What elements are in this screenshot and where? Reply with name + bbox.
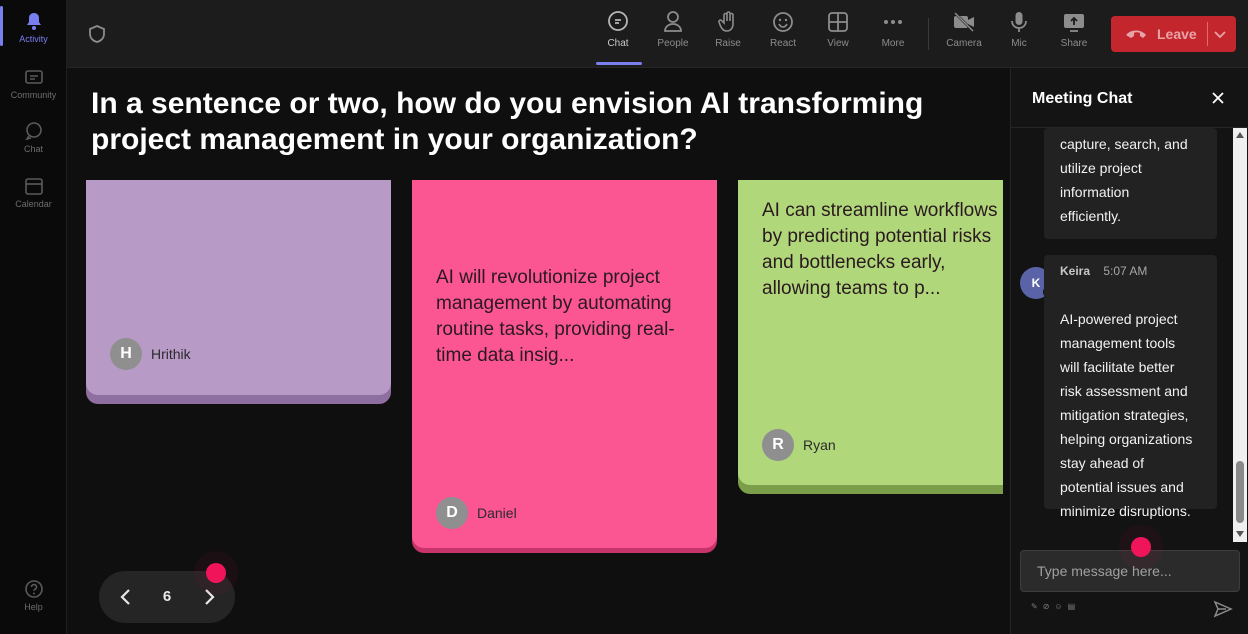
grid-view-icon: [828, 12, 848, 32]
meeting-toolbar: Chat People Raise React View More Camera: [67, 0, 1248, 68]
chevron-right-icon[interactable]: [200, 587, 218, 607]
tool-label: Camera: [946, 38, 982, 49]
avatar: R: [762, 429, 794, 461]
message-time: 5:07 AM: [1103, 264, 1148, 278]
message-sender: Keira: [1060, 264, 1091, 278]
chat-icon: [24, 122, 42, 141]
community-icon: [24, 70, 43, 84]
rail-item-community[interactable]: Community: [0, 67, 67, 100]
tool-label: React: [769, 38, 797, 49]
rail-label: Chat: [23, 144, 43, 154]
rail-label: Help: [24, 602, 43, 612]
meeting-app: Activity Community Chat Calendar Help Ch…: [0, 0, 1248, 634]
raise-hand-icon: [718, 11, 734, 32]
mic-icon: [1011, 12, 1027, 32]
chevron-down-icon[interactable]: [1212, 26, 1228, 42]
tool-raise-hand[interactable]: Raise: [703, 10, 753, 49]
author-name: Hrithik: [151, 346, 191, 362]
scrollbar-thumb[interactable]: [1236, 461, 1244, 523]
chat-scrollbar[interactable]: [1233, 128, 1247, 542]
tool-people[interactable]: People: [648, 10, 698, 49]
calendar-icon: [24, 178, 43, 195]
tool-label: Chat: [607, 38, 629, 49]
chat-header: Meeting Chat: [1011, 68, 1248, 128]
scroll-up-arrow-icon[interactable]: [1236, 132, 1244, 138]
gif-icon[interactable]: ▤: [1068, 602, 1076, 611]
attach-icon[interactable]: ⊘: [1043, 602, 1050, 611]
smile-icon: [773, 12, 793, 32]
tool-more[interactable]: More: [868, 10, 918, 49]
hang-up-icon: [1126, 30, 1146, 38]
toolbar-divider: [928, 18, 929, 50]
tool-share[interactable]: Share: [1049, 10, 1099, 49]
active-tool-indicator: [596, 62, 642, 65]
chat-title: Meeting Chat: [1032, 90, 1133, 107]
tool-label: View: [827, 38, 849, 49]
rail-item-activity[interactable]: Activity: [0, 11, 67, 44]
avatar: H: [110, 338, 142, 370]
card-author: D Daniel: [436, 497, 517, 529]
message-text: AI-powered project management tools will…: [1060, 311, 1193, 519]
rail-label: Community: [10, 90, 57, 100]
response-card[interactable]: AI will revolutionize project management…: [412, 180, 717, 553]
tool-view[interactable]: View: [813, 10, 863, 49]
rail-item-help[interactable]: Help: [0, 579, 67, 612]
leave-button[interactable]: Leave: [1111, 16, 1236, 52]
chevron-left-icon[interactable]: [117, 587, 135, 607]
tool-label: People: [657, 38, 689, 49]
more-dots-icon: [884, 20, 902, 24]
help-icon: [24, 580, 43, 598]
chat-message-input[interactable]: [1020, 550, 1240, 592]
response-card[interactable]: AI can streamline workflows by predictin…: [738, 180, 1003, 494]
scroll-down-arrow-icon[interactable]: [1236, 531, 1244, 537]
chat-message-bubble: AI-powered project management tools will…: [1044, 255, 1217, 519]
chat-message-bubble: capture, search, and utilize project inf…: [1044, 128, 1217, 239]
tool-camera[interactable]: Camera: [939, 10, 989, 49]
pointer-marker: [1131, 537, 1151, 557]
tool-label: Raise: [715, 38, 741, 49]
avatar: D: [436, 497, 468, 529]
rail-item-calendar[interactable]: Calendar: [0, 176, 67, 209]
card-author: R Ryan: [762, 429, 836, 461]
formatting-toolbar: ✎ ⊘ ☺ ▤: [1031, 602, 1075, 611]
bell-icon: [26, 13, 41, 30]
tool-mic[interactable]: Mic: [994, 10, 1044, 49]
page-number: 6: [162, 588, 172, 605]
tool-label: Mic: [1011, 38, 1027, 49]
rail-item-chat[interactable]: Chat: [0, 121, 67, 154]
shield-icon[interactable]: [87, 24, 107, 44]
message-meta: Keira 5:07 AM: [1060, 264, 1147, 278]
close-icon[interactable]: [1210, 90, 1226, 106]
card-text: AI will revolutionize project management…: [436, 267, 675, 366]
tool-label: More: [881, 38, 905, 49]
author-name: Ryan: [803, 437, 836, 453]
tool-label: Share: [1060, 38, 1088, 49]
camera-off-icon: [954, 12, 974, 32]
question-title: In a sentence or two, how do you envisio…: [91, 87, 924, 156]
people-icon: [664, 11, 682, 32]
tool-react[interactable]: React: [758, 10, 808, 49]
leave-label: Leave: [1157, 26, 1197, 42]
author-name: Daniel: [477, 505, 517, 521]
send-icon[interactable]: [1213, 599, 1233, 619]
chat-icon: [608, 11, 628, 31]
tool-chat[interactable]: Chat: [593, 10, 643, 49]
format-icon[interactable]: ✎: [1031, 602, 1038, 611]
card-text: AI can streamline workflows by predictin…: [762, 200, 998, 299]
left-rail: Activity Community Chat Calendar Help: [0, 0, 67, 634]
avatar-initial: K: [1031, 276, 1041, 290]
emoji-icon[interactable]: ☺: [1054, 602, 1062, 611]
card-author: H Hrithik: [110, 338, 191, 370]
pointer-marker: [206, 563, 226, 583]
rail-label: Calendar: [15, 199, 52, 209]
leave-divider: [1207, 22, 1208, 46]
meeting-chat-panel: Meeting Chat capture, search, and utiliz…: [1010, 68, 1248, 634]
rail-label: Activity: [19, 34, 48, 44]
share-screen-icon: [1064, 14, 1084, 32]
response-card[interactable]: H Hrithik: [86, 180, 391, 404]
